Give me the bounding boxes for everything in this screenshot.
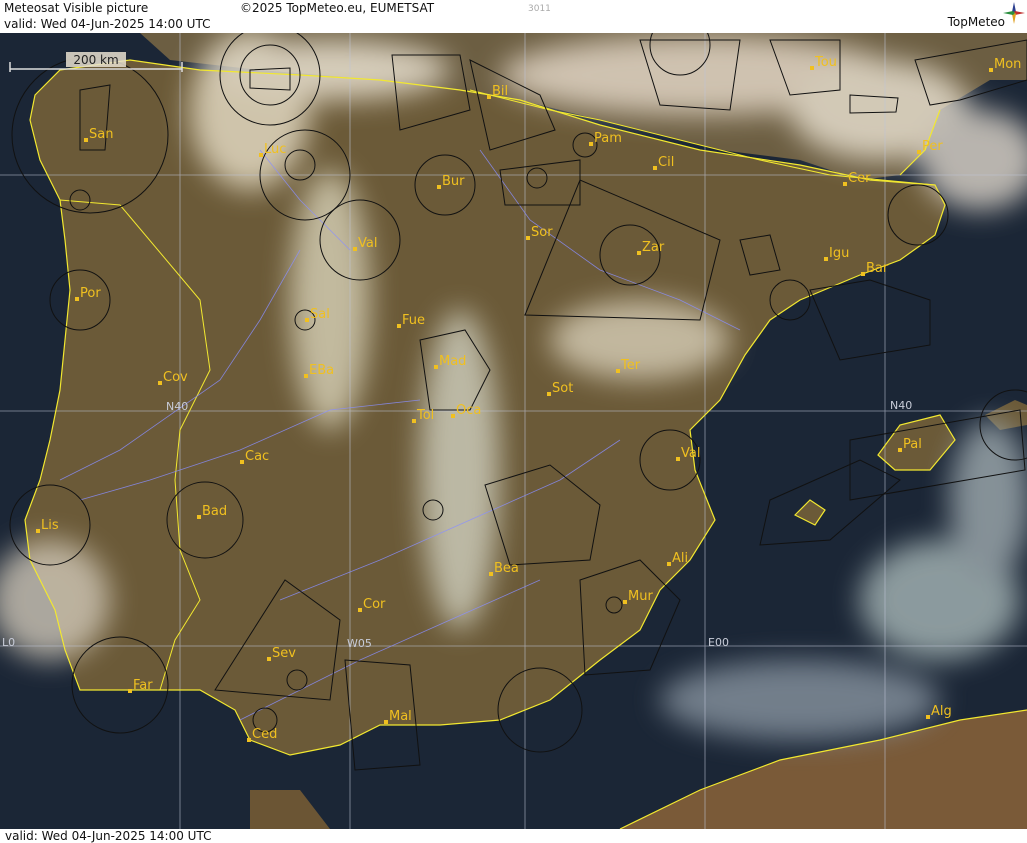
city-marker: [667, 562, 671, 566]
city-label: Bar: [866, 261, 889, 276]
city-label: Mad: [439, 354, 466, 369]
city-marker: [75, 297, 79, 301]
city-marker: [926, 715, 930, 719]
header-bar: Meteosat Visible picture ©2025 TopMeteo.…: [0, 0, 1027, 33]
city-label: Fue: [402, 313, 425, 328]
city-marker: [623, 600, 627, 604]
city-marker: [259, 153, 263, 157]
footer-bar: valid: Wed 04-Jun-2025 14:00 UTC: [0, 829, 1027, 843]
city-label: Ced: [252, 727, 277, 742]
city-label: San: [89, 127, 113, 142]
city-label: Tol: [416, 408, 434, 423]
city-marker: [267, 657, 271, 661]
lat-label-n40-left: N40: [166, 400, 188, 413]
city-label: Sor: [531, 225, 553, 240]
lon-label-w05: W05: [347, 637, 372, 650]
city-label: Luc: [264, 142, 286, 157]
city-label: Por: [80, 286, 101, 301]
city-label: Mal: [389, 709, 412, 724]
city-label: Mon: [994, 57, 1021, 72]
city-label: Val: [681, 446, 700, 461]
city-marker: [843, 182, 847, 186]
footer-valid-time: valid: Wed 04-Jun-2025 14:00 UTC: [5, 829, 212, 843]
city-marker: [305, 318, 309, 322]
city-label: Cer: [848, 171, 871, 186]
lon-label-e00: E00: [708, 636, 729, 649]
city-marker: [384, 720, 388, 724]
city-label: Bea: [494, 561, 519, 576]
city-label: Far: [133, 678, 153, 693]
city-marker: [128, 689, 132, 693]
city-label: Zar: [642, 240, 665, 255]
city-marker: [451, 414, 455, 418]
title: Meteosat Visible picture: [4, 1, 149, 15]
city-label: Cov: [163, 370, 188, 385]
city-label: Sot: [552, 381, 573, 396]
city-label: Lis: [41, 518, 59, 533]
compass-logo-icon: [1003, 2, 1025, 24]
city-label: Cac: [245, 449, 269, 464]
city-label: Pal: [903, 437, 922, 452]
city-label: Bil: [492, 84, 508, 99]
city-label: Igu: [829, 246, 849, 261]
city-label: Cor: [363, 597, 386, 612]
city-marker: [861, 272, 865, 276]
city-marker: [616, 369, 620, 373]
city-marker: [247, 738, 251, 742]
city-label: Pam: [594, 131, 622, 146]
city-marker: [84, 138, 88, 142]
copyright: ©2025 TopMeteo.eu, EUMETSAT: [240, 1, 435, 15]
city-marker: [358, 608, 362, 612]
city-label: Bur: [442, 174, 465, 189]
city-label: Per: [922, 139, 943, 154]
city-label: Ter: [620, 358, 641, 373]
city-marker: [197, 515, 201, 519]
city-label: Ali: [672, 551, 688, 566]
topmeteo-logo: TopMeteo: [947, 15, 1005, 29]
city-label: Sal: [310, 307, 330, 322]
lon-label-l0: L0: [2, 636, 15, 649]
image-code: 3011: [528, 4, 551, 14]
city-label: Tou: [814, 55, 837, 70]
city-marker: [36, 529, 40, 533]
city-marker: [412, 419, 416, 423]
scale-label: 200 km: [73, 53, 118, 67]
city-marker: [917, 150, 921, 154]
city-marker: [437, 185, 441, 189]
city-marker: [489, 572, 493, 576]
city-marker: [989, 68, 993, 72]
valid-time: valid: Wed 04-Jun-2025 14:00 UTC: [4, 17, 211, 31]
city-label: Bad: [202, 504, 227, 519]
map-canvas: 200 km N40 N40 W05 E00 L0 San Bil Tou Mon Lu…: [0, 33, 1027, 829]
city-marker: [898, 448, 902, 452]
city-marker: [397, 324, 401, 328]
city-marker: [547, 392, 551, 396]
city-marker: [653, 166, 657, 170]
city-marker: [637, 251, 641, 255]
city-marker: [304, 374, 308, 378]
city-marker: [353, 247, 357, 251]
city-marker: [824, 257, 828, 261]
city-label: Mur: [628, 589, 653, 604]
city-marker: [240, 460, 244, 464]
city-label: Val: [358, 236, 377, 251]
city-marker: [589, 142, 593, 146]
lat-label-n40-right: N40: [890, 399, 912, 412]
city-label: Sev: [272, 646, 296, 661]
city-marker: [526, 236, 530, 240]
city-label: Alg: [931, 704, 952, 719]
city-label: Cil: [658, 155, 674, 170]
city-label: EBa: [309, 363, 334, 378]
satellite-map[interactable]: 200 km N40 N40 W05 E00 L0 San Bil Tou Mon Lu…: [0, 33, 1027, 829]
city-marker: [487, 95, 491, 99]
city-marker: [676, 457, 680, 461]
city-marker: [158, 381, 162, 385]
city-label: Oca: [456, 403, 481, 418]
city-marker: [810, 66, 814, 70]
city-marker: [434, 365, 438, 369]
